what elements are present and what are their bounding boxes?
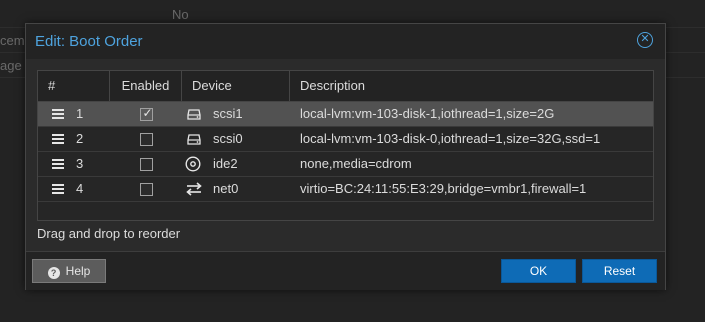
table-row[interactable]: 1 ✓ scsi1 local-lvm:vm-103-disk-1,iothre… xyxy=(38,102,653,127)
row-index: 4 xyxy=(76,181,84,196)
cdrom-icon xyxy=(185,156,201,172)
dialog-footer: ? Help OK Reset xyxy=(26,251,665,290)
row-index: 3 xyxy=(76,156,84,171)
row-device: scsi0 xyxy=(213,131,243,146)
hdd-icon xyxy=(187,109,201,120)
check-icon: ✓ xyxy=(142,106,153,120)
enabled-checkbox[interactable] xyxy=(140,183,153,196)
row-index: 1 xyxy=(76,106,84,121)
drag-handle-icon[interactable] xyxy=(52,184,64,194)
ok-button[interactable]: OK xyxy=(501,259,576,283)
row-device: scsi1 xyxy=(213,106,243,121)
dialog-title: Edit: Boot Order xyxy=(35,33,143,50)
boot-order-dialog: Edit: Boot Order ✕ # Enabled Device Desc… xyxy=(25,23,666,290)
boot-order-grid: # Enabled Device Description 1 ✓ scsi1 l… xyxy=(37,70,654,221)
row-description: local-lvm:vm-103-disk-0,iothread=1,size=… xyxy=(300,131,601,146)
help-button[interactable]: ? Help xyxy=(32,259,106,283)
row-description: virtio=BC:24:11:55:E3:29,bridge=vmbr1,fi… xyxy=(300,181,587,196)
hdd-icon xyxy=(187,134,201,145)
table-row[interactable]: 4 net0 virtio=BC:24:11:55:E3:29,bridge=v… xyxy=(38,177,653,202)
row-device: ide2 xyxy=(213,156,238,171)
column-header-device[interactable]: Device xyxy=(182,71,290,101)
row-description: none,media=cdrom xyxy=(300,156,412,171)
close-icon[interactable]: ✕ xyxy=(637,32,653,48)
enabled-checkbox[interactable] xyxy=(140,133,153,146)
column-header-description[interactable]: Description xyxy=(290,71,653,101)
row-index: 2 xyxy=(76,131,84,146)
drag-drop-hint: Drag and drop to reorder xyxy=(37,226,181,241)
exchange-icon xyxy=(186,182,202,196)
drag-handle-icon[interactable] xyxy=(52,159,64,169)
reset-button[interactable]: Reset xyxy=(582,259,657,283)
drag-handle-icon[interactable] xyxy=(52,109,64,119)
row-description: local-lvm:vm-103-disk-1,iothread=1,size=… xyxy=(300,106,555,121)
column-header-enabled[interactable]: Enabled xyxy=(110,71,182,101)
grid-header: # Enabled Device Description xyxy=(38,71,653,102)
help-button-label: Help xyxy=(65,264,91,278)
drag-handle-icon[interactable] xyxy=(52,134,64,144)
column-header-index[interactable]: # xyxy=(38,71,110,101)
question-circle-icon: ? xyxy=(47,267,60,279)
enabled-checkbox[interactable] xyxy=(140,158,153,171)
table-row[interactable]: 2 scsi0 local-lvm:vm-103-disk-0,iothread… xyxy=(38,127,653,152)
dialog-header: Edit: Boot Order ✕ xyxy=(26,24,665,59)
enabled-checkbox[interactable]: ✓ xyxy=(140,106,153,121)
row-device: net0 xyxy=(213,181,239,196)
table-row[interactable]: 3 ide2 none,media=cdrom xyxy=(38,152,653,177)
